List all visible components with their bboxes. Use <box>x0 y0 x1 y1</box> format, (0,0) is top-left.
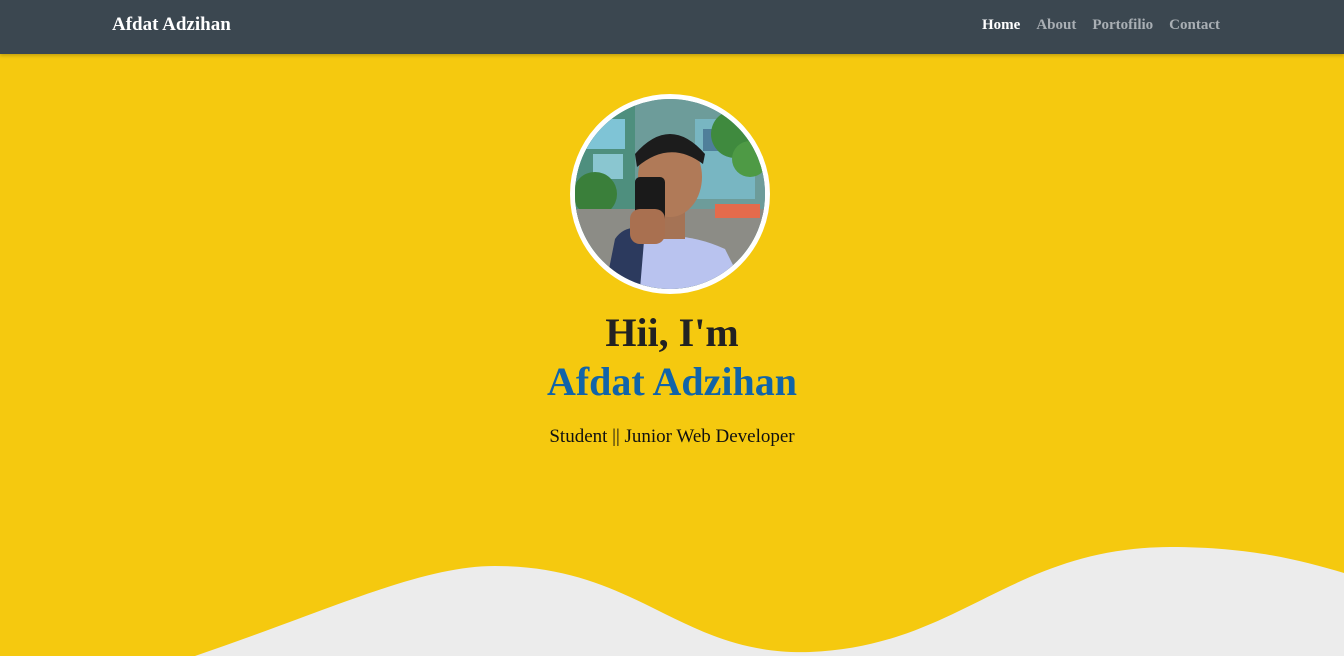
nav-link-about[interactable]: About <box>1036 17 1076 34</box>
navbar-brand[interactable]: Afdat Adzihan <box>112 14 231 36</box>
nav-link-home[interactable]: Home <box>982 17 1020 34</box>
nav-link-contact[interactable]: Contact <box>1169 17 1220 34</box>
wave-divider <box>195 547 1344 656</box>
nav-links: Home About Portofilio Contact <box>982 17 1220 34</box>
navbar: Afdat Adzihan Home About Portofilio Cont… <box>0 0 1344 54</box>
nav-link-portofilio[interactable]: Portofilio <box>1092 17 1153 34</box>
